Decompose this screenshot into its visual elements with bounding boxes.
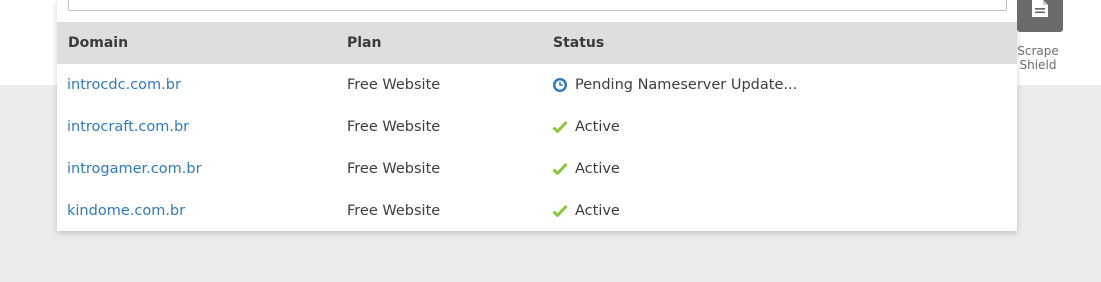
search-input[interactable]	[68, 0, 1007, 11]
status-text: Active	[575, 161, 620, 177]
plan-cell: Free Website	[347, 203, 441, 219]
plan-cell: Free Website	[347, 161, 441, 177]
column-header-domain[interactable]: Domain	[68, 35, 128, 51]
table-header: Domain Plan Status	[57, 22, 1017, 64]
domain-link[interactable]: kindome.com.br	[67, 203, 185, 220]
clock-icon	[552, 77, 568, 93]
status-text: Active	[575, 203, 620, 219]
domain-link[interactable]: introcdc.com.br	[67, 77, 181, 94]
table-row: introgamer.com.br Free Website Active	[57, 148, 1017, 190]
scrape-shield-button[interactable]	[1017, 0, 1063, 32]
scrape-shield-label[interactable]: Scrape Shield	[1010, 44, 1066, 72]
status-text: Pending Nameserver Update...	[575, 77, 798, 93]
plan-cell: Free Website	[347, 77, 441, 93]
plan-cell: Free Website	[347, 119, 441, 135]
domains-panel: Domain Plan Status introcdc.com.br Free …	[57, 0, 1017, 231]
document-icon	[1029, 0, 1051, 24]
check-icon	[552, 203, 568, 219]
table-row: kindome.com.br Free Website Active	[57, 190, 1017, 232]
table-row: introcraft.com.br Free Website Active	[57, 106, 1017, 148]
status-text: Active	[575, 119, 620, 135]
domain-link[interactable]: introgamer.com.br	[67, 161, 202, 178]
table-row: introcdc.com.br Free Website Pending Nam…	[57, 64, 1017, 106]
check-icon	[552, 161, 568, 177]
check-icon	[552, 119, 568, 135]
domain-link[interactable]: introcraft.com.br	[67, 119, 189, 136]
column-header-plan[interactable]: Plan	[347, 35, 381, 51]
column-header-status[interactable]: Status	[553, 35, 604, 51]
